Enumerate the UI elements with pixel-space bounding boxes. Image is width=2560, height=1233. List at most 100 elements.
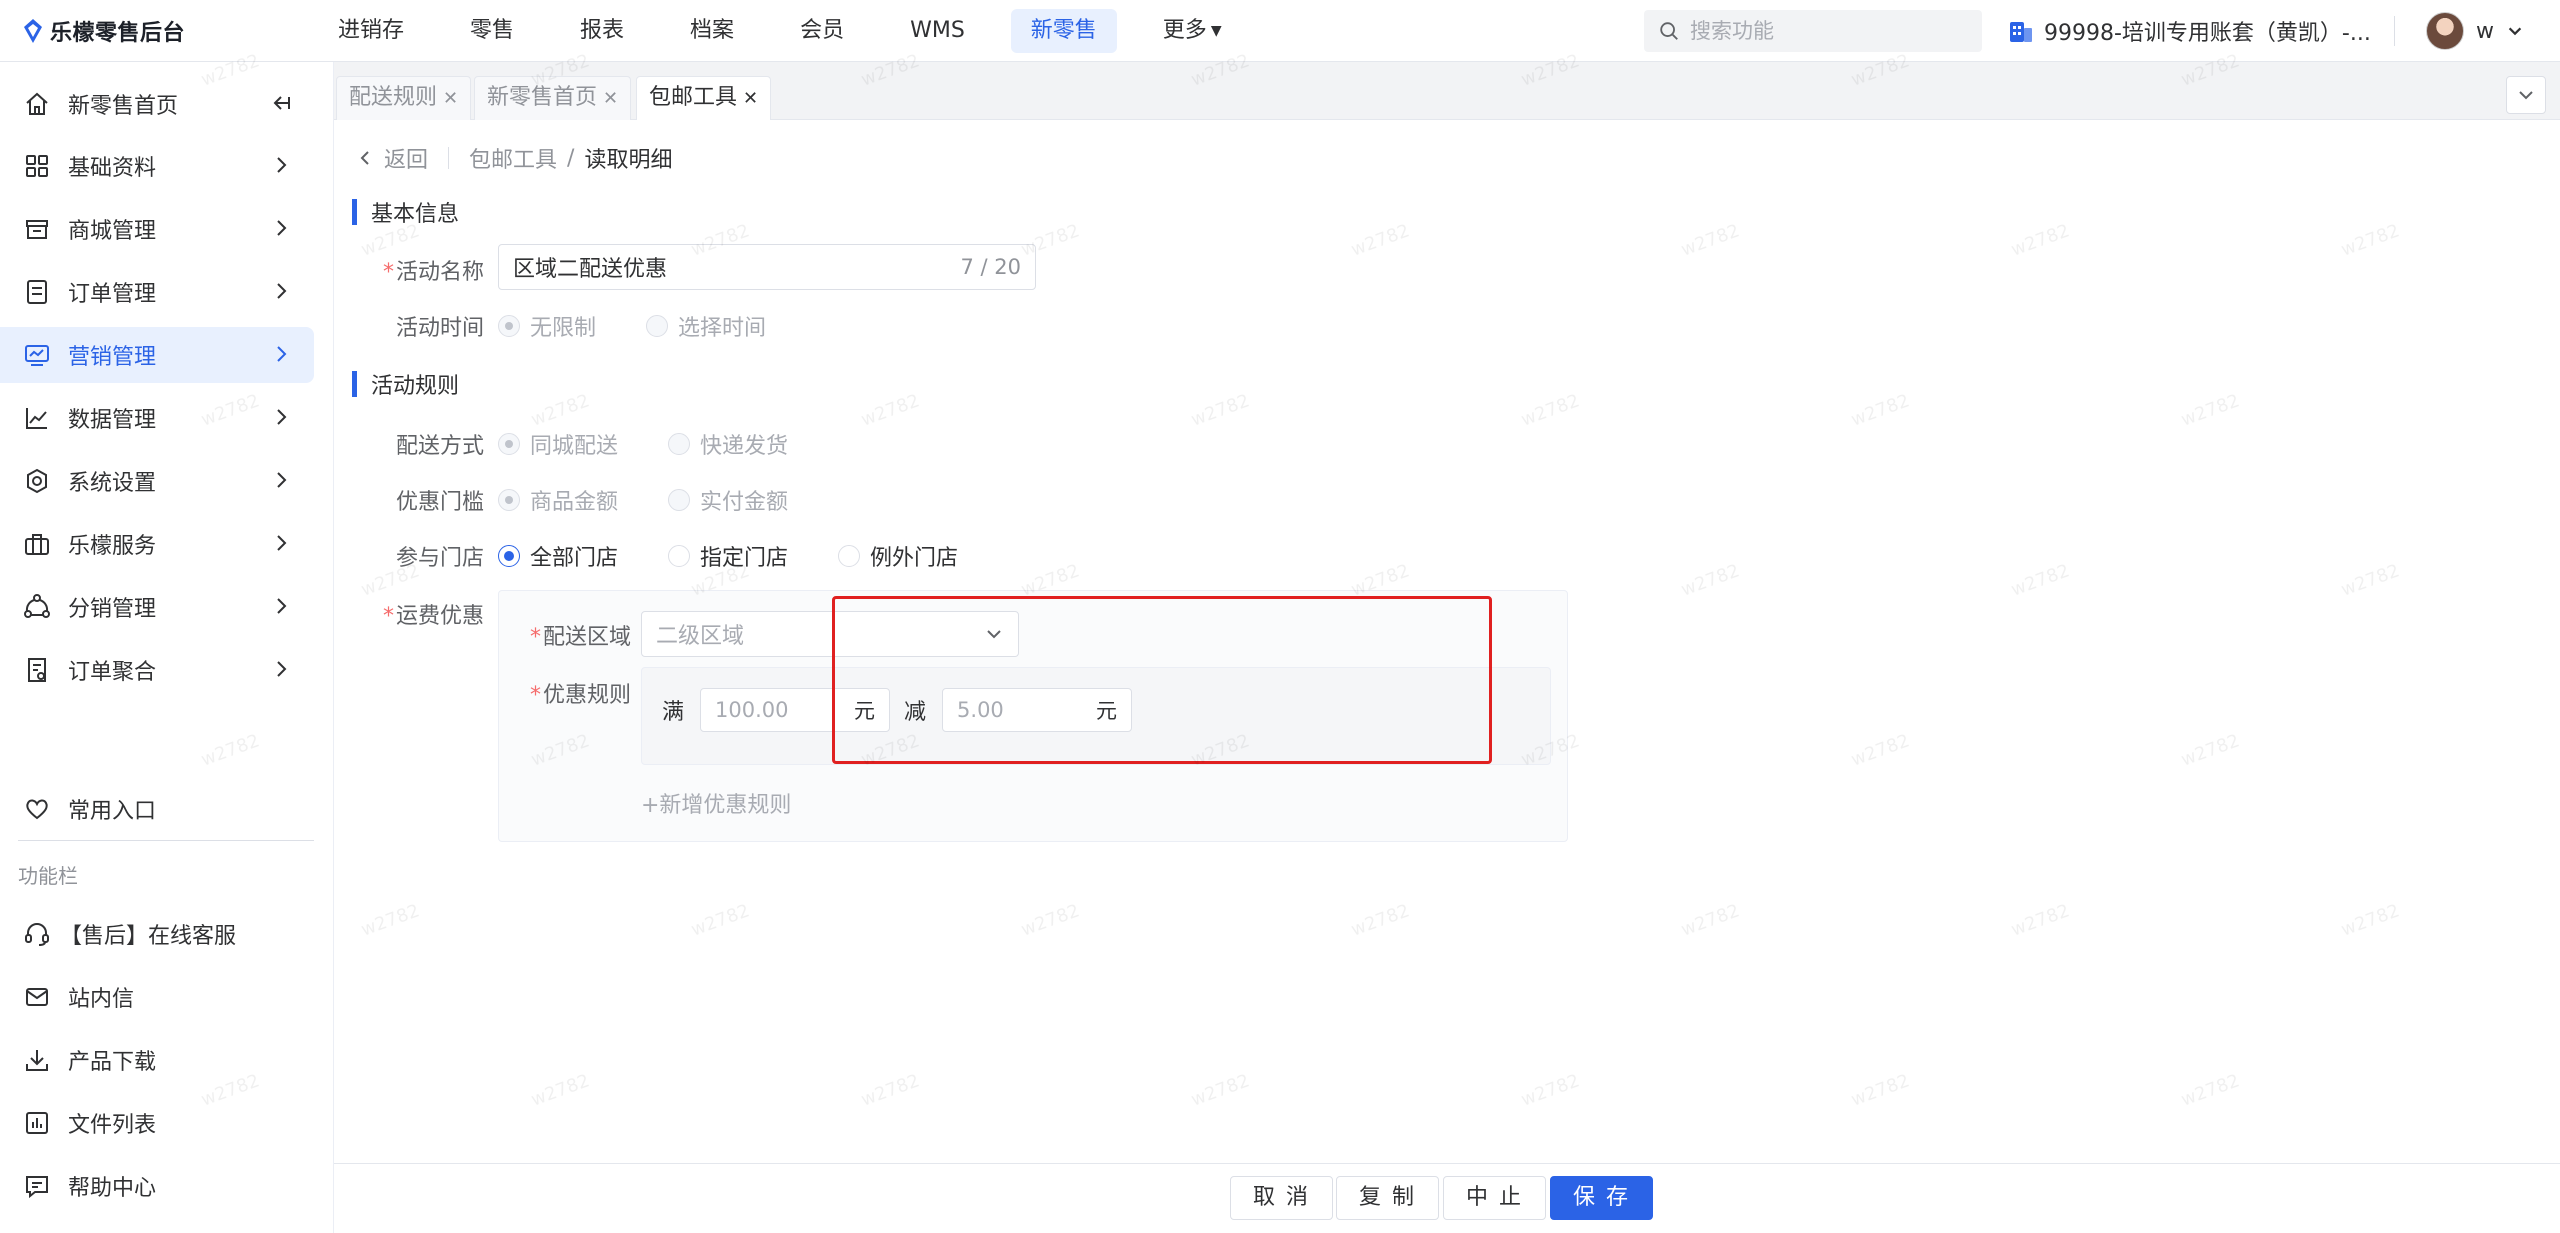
reduce-amount-input[interactable]: 5.00 元 xyxy=(942,688,1133,732)
top-nav-label: 新零售 xyxy=(1030,18,1097,43)
add-discount-rule-link[interactable]: +新增优惠规则 xyxy=(641,787,791,819)
top-nav-item-reports[interactable]: 报表 xyxy=(560,9,644,53)
top-nav-item-members[interactable]: 会员 xyxy=(780,9,864,53)
breadcrumb-divider xyxy=(448,147,450,169)
sidebar-favorites[interactable]: 常用入口 xyxy=(0,781,314,837)
copy-button[interactable]: 复 制 xyxy=(1336,1176,1439,1220)
top-nav-item-archives[interactable]: 档案 xyxy=(670,9,754,53)
tab-delivery-rules[interactable]: 配送规则 ✕ xyxy=(336,76,472,120)
delivery-method-radio-group: 同城配送 快递发货 xyxy=(498,428,838,460)
close-icon[interactable]: ✕ xyxy=(743,88,758,109)
chevron-right-icon xyxy=(277,157,287,173)
close-icon[interactable]: ✕ xyxy=(603,88,618,109)
tab-free-shipping-tool[interactable]: 包邮工具 ✕ xyxy=(636,76,772,120)
region-select[interactable]: 二级区域 xyxy=(641,611,1019,657)
section-title: 基本信息 xyxy=(371,202,460,227)
chevron-down-icon xyxy=(2519,91,2533,100)
sidebar-item-data[interactable]: 数据管理 xyxy=(0,390,314,446)
sidebar-item-distribution[interactable]: 分销管理 xyxy=(0,579,314,635)
tabs-dropdown-button[interactable] xyxy=(2506,76,2546,114)
search-icon xyxy=(1660,22,1678,40)
radio-excluded-stores[interactable]: 例外门店 xyxy=(838,540,958,572)
top-nav-item-retail[interactable]: 零售 xyxy=(450,9,534,53)
sidebar-item-label: 常用入口 xyxy=(68,799,157,824)
radio-paid-amount[interactable]: 实付金额 xyxy=(668,484,788,516)
user-menu[interactable]: w xyxy=(2426,12,2524,50)
logo-icon xyxy=(24,19,42,43)
breadcrumb-parent[interactable]: 包邮工具 xyxy=(469,142,557,174)
account-switcher[interactable]: 99998-培训专用账套（黄凯）-... xyxy=(2008,10,2371,52)
chevron-down-icon xyxy=(987,630,1001,639)
briefcase-icon xyxy=(25,534,49,555)
document-icon xyxy=(28,658,46,682)
save-button[interactable]: 保 存 xyxy=(1550,1176,1653,1220)
account-label: 99998-培训专用账套（黄凯）-... xyxy=(2044,21,2371,46)
discount-rule-row: 满 100.00 元 减 5.00 元 xyxy=(662,688,1146,732)
freight-discount-panel: *配送区域 二级区域 *优惠规则 满 100.00 元 减 5.00 元 +新增… xyxy=(498,590,1568,842)
sidebar-item-marketing[interactable]: 营销管理 xyxy=(0,327,314,383)
region-select-value: 二级区域 xyxy=(656,624,745,649)
section-marker xyxy=(352,371,357,397)
app-logo[interactable]: 乐檬零售后台 xyxy=(22,14,185,48)
full-amount-input[interactable]: 100.00 元 xyxy=(700,688,891,732)
monitor-icon xyxy=(25,345,49,366)
tab-new-retail-home[interactable]: 新零售首页 ✕ xyxy=(474,76,632,120)
delivery-method-label: 配送方式 xyxy=(395,434,484,459)
tab-label: 新零售首页 xyxy=(487,85,598,110)
top-nav-label: WMS xyxy=(910,18,965,43)
sidebar-item-lemeng-service[interactable]: 乐檬服务 xyxy=(0,516,314,572)
header-divider xyxy=(2394,16,2395,46)
close-icon[interactable]: ✕ xyxy=(443,88,458,109)
headset-icon xyxy=(25,923,49,946)
threshold-label: 优惠门槛 xyxy=(395,490,484,515)
radio-express[interactable]: 快递发货 xyxy=(668,428,788,460)
tab-label: 配送规则 xyxy=(349,85,438,110)
cancel-button[interactable]: 取 消 xyxy=(1230,1176,1333,1220)
grid-icon xyxy=(26,155,48,177)
chart-icon xyxy=(26,408,47,429)
top-nav-item-new-retail[interactable]: 新零售 xyxy=(1010,9,1117,53)
radio-all-stores[interactable]: 全部门店 xyxy=(498,540,618,572)
top-bar: 乐檬零售后台 进销存 零售 报表 档案 会员 WMS 新零售 更多▼ 99998… xyxy=(0,0,2560,62)
sidebar-item-mall[interactable]: 商城管理 xyxy=(0,201,314,257)
chevron-right-icon xyxy=(277,661,287,677)
heart-icon xyxy=(26,799,48,820)
top-nav-item-inventory[interactable]: 进销存 xyxy=(318,9,424,53)
sidebar-item-label: 系统设置 xyxy=(68,471,157,496)
radio-goods-amount[interactable]: 商品金额 xyxy=(498,484,618,516)
radio-unlimited[interactable]: 无限制 xyxy=(498,310,596,342)
download-icon xyxy=(26,1050,48,1071)
search-box[interactable] xyxy=(1644,10,1982,52)
sidebar-item-basic-data[interactable]: 基础资料 xyxy=(0,138,314,194)
sidebar-item-orders[interactable]: 订单管理 xyxy=(0,264,314,320)
radio-specified-stores[interactable]: 指定门店 xyxy=(668,540,788,572)
sidebar-item-settings[interactable]: 系统设置 xyxy=(0,453,314,509)
activity-name-input[interactable]: 区域二配送优惠 7 / 20 xyxy=(498,244,1036,290)
radio-same-city[interactable]: 同城配送 xyxy=(498,428,618,460)
stop-button[interactable]: 中 止 xyxy=(1443,1176,1546,1220)
chevron-right-icon xyxy=(277,598,287,614)
chevron-left-icon[interactable] xyxy=(356,149,374,167)
radio-select-time[interactable]: 选择时间 xyxy=(646,310,766,342)
chevron-right-icon xyxy=(277,220,287,236)
top-nav-label: 档案 xyxy=(690,18,735,43)
breadcrumb-separator: / xyxy=(567,145,575,171)
section-title: 活动规则 xyxy=(371,374,460,399)
search-input[interactable] xyxy=(1690,19,1960,43)
sidebar-tool-file-list[interactable]: 文件列表 xyxy=(0,1095,314,1151)
collapse-sidebar-icon[interactable] xyxy=(270,92,292,114)
sidebar-tool-online-service[interactable]: 【售后】在线客服 xyxy=(0,906,314,962)
back-link[interactable]: 返回 xyxy=(384,142,428,174)
stores-radio-group: 全部门店 指定门店 例外门店 xyxy=(498,540,1008,572)
sidebar-tool-download[interactable]: 产品下载 xyxy=(0,1032,314,1088)
discount-rule-panel: 满 100.00 元 减 5.00 元 xyxy=(641,667,1551,765)
full-amount-value: 100.00 xyxy=(715,698,789,722)
sidebar-item-new-retail-home[interactable]: 新零售首页 xyxy=(0,76,314,132)
threshold-radio-group: 商品金额 实付金额 xyxy=(498,484,838,516)
sidebar-item-order-aggregation[interactable]: 订单聚合 xyxy=(0,642,314,698)
top-nav-item-wms[interactable]: WMS xyxy=(890,9,985,53)
sidebar-tool-help[interactable]: 帮助中心 xyxy=(0,1158,314,1214)
sidebar-tool-inbox[interactable]: 站内信 xyxy=(0,969,314,1025)
top-nav-item-more[interactable]: 更多 ▼ xyxy=(1143,9,1242,53)
sidebar-item-label: 帮助中心 xyxy=(68,1176,157,1201)
